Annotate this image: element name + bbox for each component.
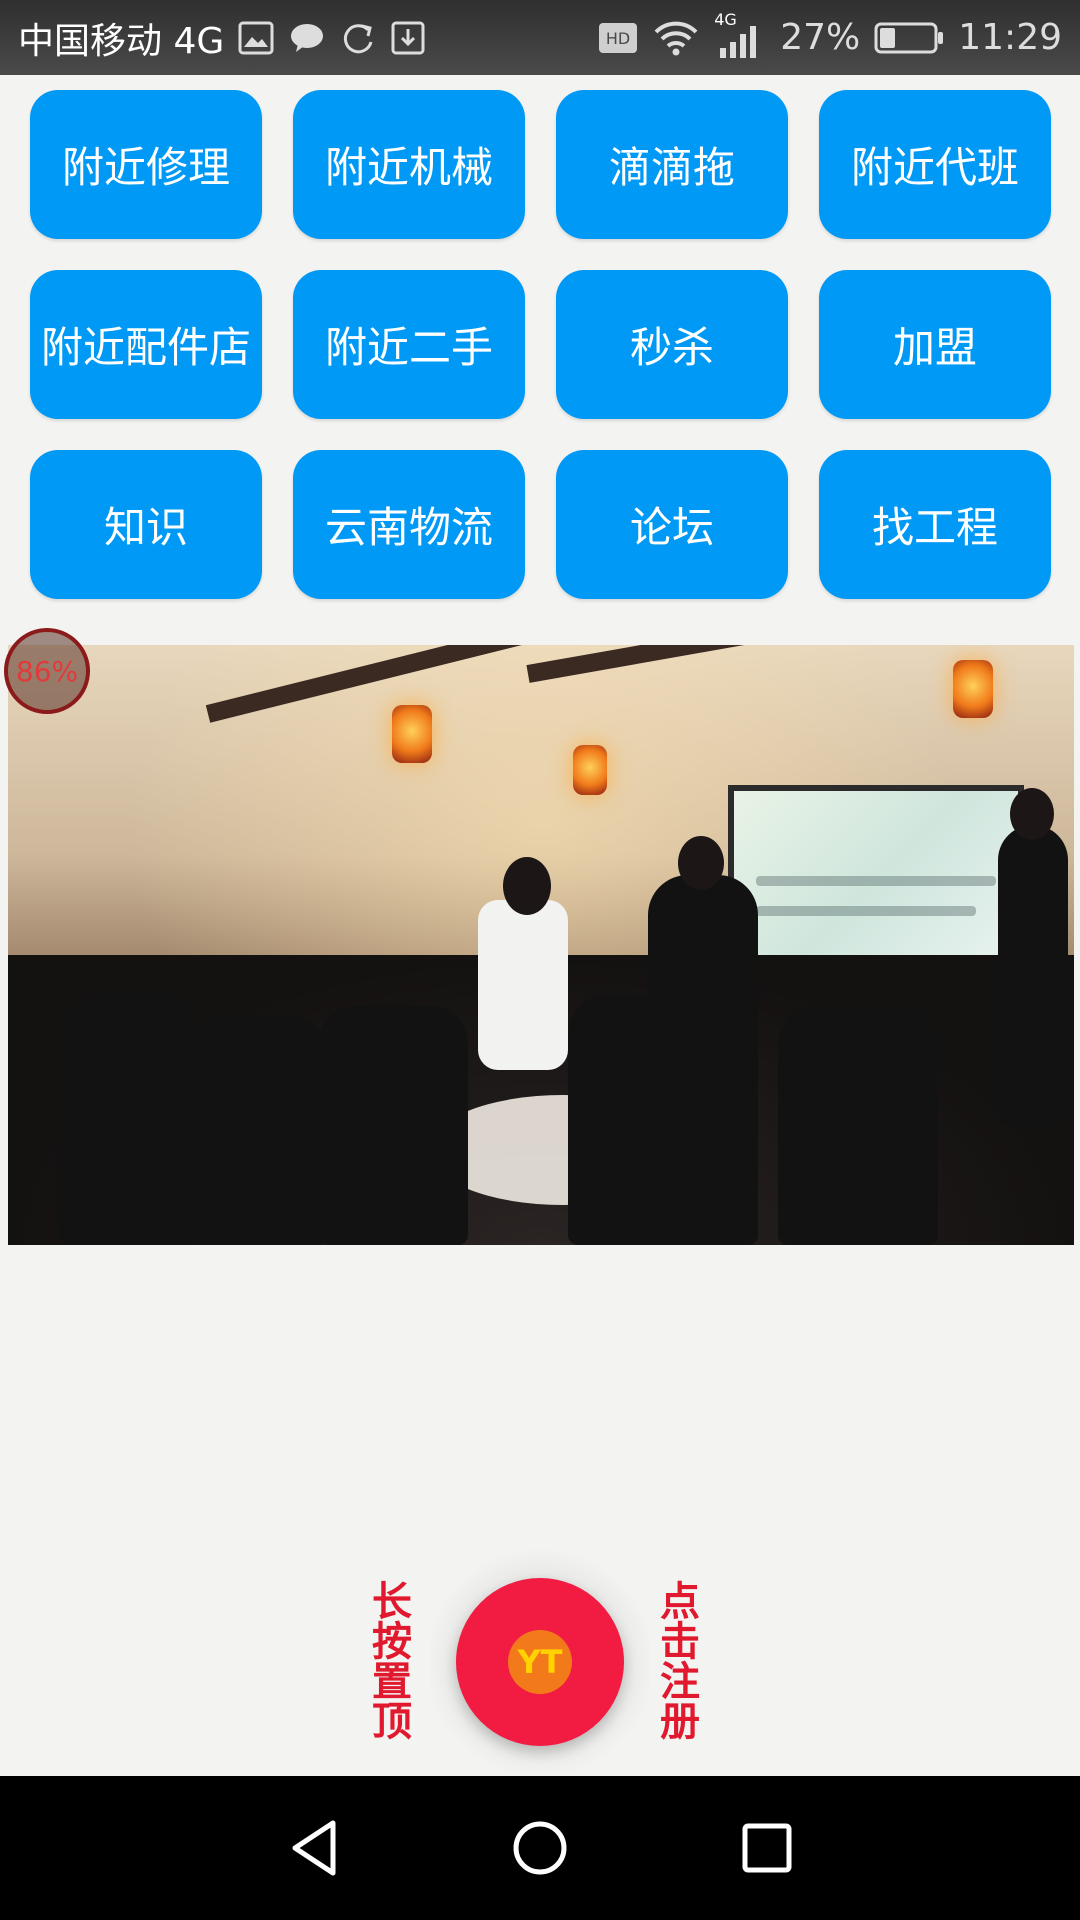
person — [648, 875, 758, 1065]
nearby-repair-button[interactable]: 附近修理 — [30, 90, 262, 239]
progress-badge: 86% — [4, 628, 90, 714]
person-head — [1010, 788, 1054, 840]
knowledge-button[interactable]: 知识 — [30, 450, 262, 599]
clock-time: 11:29 — [958, 17, 1062, 58]
standing-person-shirt — [478, 900, 568, 1070]
recents-button[interactable] — [727, 1808, 807, 1888]
banner-photo[interactable] — [8, 645, 1074, 1245]
logo-fab-button[interactable]: YT — [456, 1578, 624, 1746]
back-triangle-icon — [292, 1820, 336, 1876]
recents-square-icon — [742, 1823, 792, 1873]
bottom-action-area: 长按置顶 YT 点击注册 — [0, 1540, 1080, 1776]
wifi-icon — [652, 20, 700, 56]
yunnan-logistics-button[interactable]: 云南物流 — [293, 450, 525, 599]
signal-icon: 4G — [714, 10, 766, 62]
person — [778, 1005, 938, 1245]
nearby-machinery-button[interactable]: 附近机械 — [293, 90, 525, 239]
lantern — [392, 705, 432, 763]
projector-screen — [728, 785, 1024, 980]
status-bar: 中国移动 4G HD 4G 27% 11:29 — [0, 0, 1080, 75]
person-head — [503, 857, 551, 915]
nearby-parts-store-button[interactable]: 附近配件店 — [30, 270, 262, 419]
nearby-substitute-driver-button[interactable]: 附近代班 — [819, 90, 1051, 239]
lantern — [953, 660, 993, 718]
navigation-bar — [0, 1776, 1080, 1920]
person — [318, 1005, 468, 1245]
status-right: HD 4G 27% 11:29 — [598, 10, 1062, 62]
battery-percent: 27% — [780, 17, 861, 58]
ceiling-beam — [205, 645, 560, 723]
yt-logo-icon: YT — [508, 1630, 572, 1694]
click-register-text[interactable]: 点击注册 — [650, 1580, 700, 1740]
gallery-icon — [238, 21, 274, 55]
person — [58, 995, 198, 1245]
nearby-secondhand-button[interactable]: 附近二手 — [293, 270, 525, 419]
message-icon — [288, 22, 326, 54]
svg-text:HD: HD — [606, 29, 630, 48]
flash-sale-button[interactable]: 秒杀 — [556, 270, 788, 419]
hd-icon: HD — [598, 22, 638, 54]
person-head — [678, 836, 724, 890]
battery-icon — [874, 20, 944, 56]
person — [998, 825, 1068, 1125]
status-left: 中国移动 4G — [18, 12, 426, 64]
home-button[interactable] — [500, 1808, 580, 1888]
lantern — [573, 745, 607, 795]
carrier-label: 中国移动 4G — [18, 20, 225, 62]
ceiling-beam — [526, 645, 904, 683]
forum-button[interactable]: 论坛 — [556, 450, 788, 599]
didi-tow-button[interactable]: 滴滴拖 — [556, 90, 788, 239]
back-button[interactable] — [273, 1808, 353, 1888]
person — [188, 1015, 328, 1245]
sync-icon — [340, 20, 376, 56]
find-project-button[interactable]: 找工程 — [819, 450, 1051, 599]
home-circle-icon — [513, 1821, 567, 1875]
long-press-pin-text[interactable]: 长按置顶 — [362, 1580, 412, 1740]
franchise-button[interactable]: 加盟 — [819, 270, 1051, 419]
feature-grid: 附近修理 附近机械 滴滴拖 附近代班 附近配件店 附近二手 秒杀 加盟 知识 云… — [30, 90, 1051, 599]
download-icon — [390, 20, 426, 56]
